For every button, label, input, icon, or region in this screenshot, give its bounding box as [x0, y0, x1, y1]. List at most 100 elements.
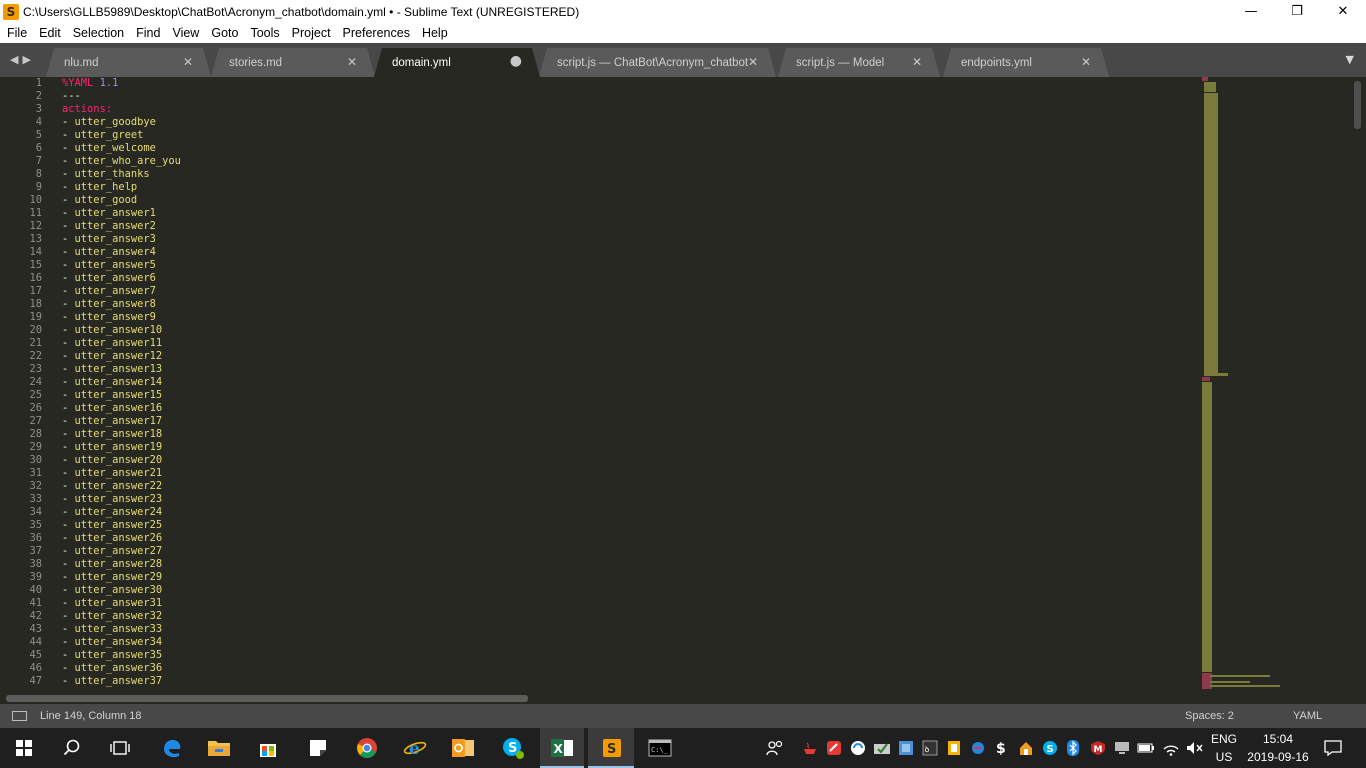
excel-icon[interactable]: X — [546, 728, 578, 768]
close-icon[interactable]: ✕ — [1081, 55, 1091, 69]
tab-prev-icon[interactable]: ◀ — [10, 53, 18, 66]
menu-find[interactable]: Find — [130, 26, 166, 40]
input-language[interactable]: ENG — [1208, 732, 1240, 746]
shortcut-tray-icon[interactable]: ꝺ — [920, 728, 940, 768]
code-line: - utter_goodbye — [62, 116, 181, 129]
mcafee-tray-icon[interactable]: M — [1088, 728, 1108, 768]
line-number: 33 — [29, 493, 42, 505]
search-icon[interactable] — [58, 728, 86, 768]
code-line: %YAML 1.1 — [62, 77, 181, 90]
indentation-setting[interactable]: Spaces: 2 — [1185, 710, 1234, 722]
clock-time[interactable]: 15:04 — [1244, 732, 1312, 746]
close-icon[interactable]: ✕ — [748, 55, 758, 69]
line-number: 41 — [29, 597, 42, 609]
menu-bar: File Edit Selection Find View Goto Tools… — [0, 23, 1366, 43]
line-number: 12 — [29, 220, 42, 232]
outlook-icon[interactable] — [448, 728, 478, 768]
svg-text:S: S — [607, 742, 616, 757]
menu-file[interactable]: File — [0, 26, 33, 40]
list-dash: - — [62, 194, 69, 206]
tab-domain-yml[interactable]: domain.yml ● — [374, 48, 540, 77]
network-monitor-tray-icon[interactable] — [896, 728, 916, 768]
action-item: utter_answer36 — [74, 662, 163, 674]
menu-project[interactable]: Project — [286, 26, 337, 40]
command-prompt-icon[interactable]: C:\_ — [644, 728, 676, 768]
list-dash: - — [62, 168, 69, 180]
action-item: utter_answer3 — [74, 233, 156, 245]
notes-app-icon[interactable] — [304, 728, 332, 768]
list-dash: - — [62, 311, 69, 323]
tab-nlu-md[interactable]: nlu.md ✕ — [46, 48, 211, 77]
menu-selection[interactable]: Selection — [67, 26, 130, 40]
sublime-text-taskbar-icon[interactable]: S — [596, 728, 628, 768]
bluetooth-icon[interactable] — [1064, 728, 1082, 768]
maximize-button[interactable]: ❐ — [1274, 0, 1320, 23]
close-icon[interactable]: ✕ — [183, 55, 193, 69]
list-dash: - — [62, 415, 69, 427]
internet-explorer-icon[interactable]: e — [400, 728, 430, 768]
line-number: 2 — [35, 90, 42, 102]
menu-edit[interactable]: Edit — [33, 26, 67, 40]
panel-toggle-icon[interactable] — [12, 711, 27, 721]
file-explorer-icon[interactable] — [204, 728, 234, 768]
chrome-icon[interactable] — [352, 728, 382, 768]
horizontal-scrollbar-thumb[interactable] — [6, 695, 528, 702]
line-number: 22 — [29, 350, 42, 362]
display-tray-icon[interactable] — [1112, 728, 1132, 768]
security-check-tray-icon[interactable] — [872, 728, 892, 768]
code-line: - utter_answer6 — [62, 272, 181, 285]
sync-tray-icon[interactable] — [848, 728, 868, 768]
tab-script-js-model[interactable]: script.js — Model ✕ — [778, 48, 940, 77]
antivirus-tray-icon[interactable] — [824, 728, 844, 768]
action-item: utter_answer2 — [74, 220, 156, 232]
battery-icon[interactable] — [1136, 728, 1156, 768]
code-editor[interactable]: 1 2 3 4 5 6 7 8 9 10 11 12 13 14 15 16 17 18 19 20 21 22 23 24 2… — [0, 77, 1366, 694]
line-number: 25 — [29, 389, 42, 401]
menu-tools[interactable]: Tools — [244, 26, 285, 40]
close-icon[interactable]: ✕ — [347, 55, 357, 69]
skype-tray-icon[interactable]: S — [1040, 728, 1060, 768]
tab-list-dropdown-icon[interactable]: ▼ — [1346, 53, 1354, 66]
close-button[interactable]: ✕ — [1320, 0, 1366, 23]
menu-view[interactable]: View — [166, 26, 205, 40]
skype-icon[interactable]: S — [498, 728, 528, 768]
close-icon[interactable]: ✕ — [912, 55, 922, 69]
menu-preferences[interactable]: Preferences — [337, 26, 416, 40]
action-item: utter_answer15 — [74, 389, 163, 401]
line-number: 40 — [29, 584, 42, 596]
horizontal-scrollbar-track[interactable] — [0, 694, 1366, 704]
status-bar: Line 149, Column 18 Spaces: 2 YAML — [0, 704, 1366, 728]
wifi-icon[interactable] — [1160, 728, 1182, 768]
code-line: - utter_greet — [62, 129, 181, 142]
syntax-selector[interactable]: YAML — [1293, 710, 1322, 722]
home-tray-icon[interactable] — [1016, 728, 1036, 768]
input-region[interactable]: US — [1208, 750, 1240, 764]
tab-script-js-chatbot[interactable]: script.js — ChatBot\Acronym_chatbot ✕ — [539, 48, 776, 77]
minimize-button[interactable]: — — [1228, 0, 1274, 23]
dollar-tray-icon[interactable]: $ — [992, 728, 1010, 768]
edge-browser-icon[interactable] — [158, 728, 186, 768]
java-tray-icon[interactable] — [800, 728, 820, 768]
store-icon[interactable] — [254, 728, 282, 768]
vertical-scrollbar[interactable] — [1354, 81, 1361, 129]
action-center-icon[interactable] — [1320, 728, 1346, 768]
line-number: 14 — [29, 246, 42, 258]
volume-muted-icon[interactable] — [1184, 728, 1206, 768]
menu-help[interactable]: Help — [416, 26, 454, 40]
task-view-icon[interactable] — [106, 728, 134, 768]
list-dash: - — [62, 233, 69, 245]
tab-next-icon[interactable]: ▶ — [22, 53, 30, 66]
unsaved-dot-icon[interactable]: ● — [510, 53, 522, 69]
tab-endpoints-yml[interactable]: endpoints.yml ✕ — [943, 48, 1109, 77]
notes-tray-icon[interactable] — [944, 728, 964, 768]
clock-date[interactable]: 2019-09-16 — [1244, 750, 1312, 764]
code-area[interactable]: %YAML 1.1 --- actions: - utter_goodbye - … — [62, 77, 181, 688]
windows-start-icon[interactable] — [10, 728, 38, 768]
people-icon[interactable] — [764, 728, 786, 768]
code-line: - utter_answer22 — [62, 480, 181, 493]
tab-stories-md[interactable]: stories.md ✕ — [211, 48, 375, 77]
minimap[interactable] — [1200, 77, 1350, 694]
app-tray-icon[interactable] — [968, 728, 988, 768]
menu-goto[interactable]: Goto — [205, 26, 244, 40]
action-item: utter_answer17 — [74, 415, 163, 427]
